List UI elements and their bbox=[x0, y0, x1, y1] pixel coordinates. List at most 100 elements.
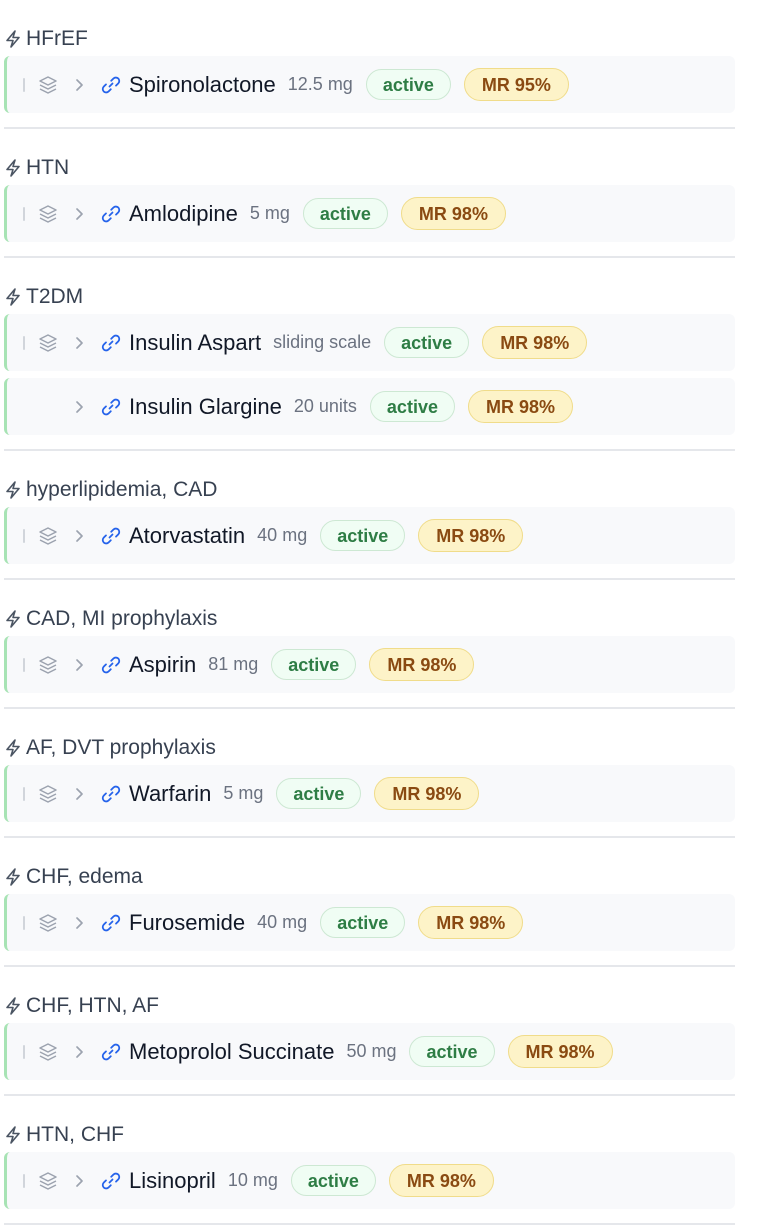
link-icon[interactable] bbox=[99, 395, 123, 419]
medication-row[interactable]: Aspirin 81 mg active MR 98% bbox=[4, 636, 735, 693]
medication-row[interactable]: Atorvastatin 40 mg active MR 98% bbox=[4, 507, 735, 564]
chevron-right-icon[interactable] bbox=[71, 914, 87, 932]
indication-label: CAD, MI prophylaxis bbox=[26, 607, 218, 630]
layers-icon[interactable] bbox=[37, 203, 59, 225]
chevron-right-icon[interactable] bbox=[71, 334, 87, 352]
bolt-icon bbox=[6, 1126, 20, 1144]
drag-handle[interactable] bbox=[23, 207, 25, 221]
drag-handle[interactable] bbox=[23, 1045, 25, 1059]
indication-label: HTN bbox=[26, 156, 70, 179]
link-icon[interactable] bbox=[99, 1040, 123, 1064]
group-header: CHF, HTN, AF bbox=[4, 994, 735, 1017]
status-badge: active bbox=[369, 391, 455, 422]
medication-dose: 5 mg bbox=[223, 783, 264, 803]
link-icon[interactable] bbox=[99, 331, 123, 355]
group-header: HFrEF bbox=[4, 27, 735, 50]
medication-name[interactable]: Lisinopril bbox=[129, 1168, 216, 1194]
medication-rows: Insulin Aspart sliding scale active MR 9… bbox=[4, 314, 735, 435]
medication-list: HFrEF Spironolactone 12.5 mg active MR 9… bbox=[0, 0, 776, 1225]
drag-handle[interactable] bbox=[23, 78, 25, 92]
medication-rows: Furosemide 40 mg active MR 98% bbox=[4, 894, 735, 951]
medication-rows: Spironolactone 12.5 mg active MR 95% bbox=[4, 56, 735, 113]
link-icon[interactable] bbox=[99, 524, 123, 548]
chevron-right-icon[interactable] bbox=[71, 1043, 87, 1061]
drag-handle[interactable] bbox=[23, 916, 25, 930]
medication-details: Spironolactone 12.5 mg active MR 95% bbox=[129, 56, 569, 113]
medication-name[interactable]: Amlodipine bbox=[129, 201, 238, 227]
medication-details: Metoprolol Succinate 50 mg active MR 98% bbox=[129, 1023, 613, 1080]
medication-name[interactable]: Spironolactone bbox=[129, 72, 276, 98]
link-icon[interactable] bbox=[99, 653, 123, 677]
drag-handle[interactable] bbox=[23, 787, 25, 801]
chevron-right-icon[interactable] bbox=[71, 76, 87, 94]
indication-group: HTN Amlodipine 5 mg active MR 98% bbox=[4, 129, 735, 258]
link-icon[interactable] bbox=[99, 73, 123, 97]
link-icon[interactable] bbox=[99, 782, 123, 806]
medication-row[interactable]: Insulin Glargine 20 units active MR 98% bbox=[4, 378, 735, 435]
medication-details: Insulin Glargine 20 units active MR 98% bbox=[129, 378, 573, 435]
chevron-right-icon[interactable] bbox=[71, 205, 87, 223]
medication-row[interactable]: Insulin Aspart sliding scale active MR 9… bbox=[4, 314, 735, 371]
drag-handle[interactable] bbox=[23, 1174, 25, 1188]
medication-name[interactable]: Metoprolol Succinate bbox=[129, 1039, 334, 1065]
medication-row[interactable]: Lisinopril 10 mg active MR 98% bbox=[4, 1152, 735, 1209]
indication-label: hyperlipidemia, CAD bbox=[26, 478, 218, 501]
layers-icon[interactable] bbox=[37, 525, 59, 547]
chevron-right-icon[interactable] bbox=[71, 398, 87, 416]
layers-icon[interactable] bbox=[37, 654, 59, 676]
medication-dose: 10 mg bbox=[227, 1170, 278, 1190]
bolt-icon bbox=[6, 997, 20, 1015]
layers-icon[interactable] bbox=[37, 783, 59, 805]
drag-handle[interactable] bbox=[23, 658, 25, 672]
medication-row[interactable]: Amlodipine 5 mg active MR 98% bbox=[4, 185, 735, 242]
bolt-icon bbox=[6, 30, 20, 48]
link-icon[interactable] bbox=[99, 911, 123, 935]
medication-details: Aspirin 81 mg active MR 98% bbox=[129, 636, 475, 693]
indication-group: AF, DVT prophylaxis Warfarin 5 mg active… bbox=[4, 709, 735, 838]
bolt-icon bbox=[6, 288, 20, 306]
medication-row[interactable]: Warfarin 5 mg active MR 98% bbox=[4, 765, 735, 822]
group-header: HTN, CHF bbox=[4, 1123, 735, 1146]
medication-name[interactable]: Aspirin bbox=[129, 652, 196, 678]
indication-group: CHF, HTN, AF Metoprolol Succinate 50 mg … bbox=[4, 967, 735, 1096]
medication-row[interactable]: Metoprolol Succinate 50 mg active MR 98% bbox=[4, 1023, 735, 1080]
indication-group: CHF, edema Furosemide 40 mg active MR 98… bbox=[4, 838, 735, 967]
medication-rows: Warfarin 5 mg active MR 98% bbox=[4, 765, 735, 822]
medication-name[interactable]: Atorvastatin bbox=[129, 523, 245, 549]
layers-icon[interactable] bbox=[37, 332, 59, 354]
medication-details: Insulin Aspart sliding scale active MR 9… bbox=[129, 314, 588, 371]
medication-dose: 12.5 mg bbox=[287, 74, 353, 94]
medication-dose: 50 mg bbox=[346, 1041, 397, 1061]
medication-row[interactable]: Spironolactone 12.5 mg active MR 95% bbox=[4, 56, 735, 113]
medication-name[interactable]: Furosemide bbox=[129, 910, 245, 936]
layers-icon[interactable] bbox=[37, 74, 59, 96]
medication-rows: Amlodipine 5 mg active MR 98% bbox=[4, 185, 735, 242]
medication-rows: Aspirin 81 mg active MR 98% bbox=[4, 636, 735, 693]
chevron-right-icon[interactable] bbox=[71, 785, 87, 803]
layers-icon[interactable] bbox=[37, 912, 59, 934]
layers-icon[interactable] bbox=[37, 1170, 59, 1192]
match-rate-badge: MR 98% bbox=[388, 1164, 494, 1197]
indication-group: HFrEF Spironolactone 12.5 mg active MR 9… bbox=[4, 0, 735, 129]
match-rate-badge: MR 98% bbox=[467, 390, 573, 423]
indication-label: HTN, CHF bbox=[26, 1123, 124, 1146]
indication-group: HTN, CHF Lisinopril 10 mg active MR 98% bbox=[4, 1096, 735, 1225]
indication-label: AF, DVT prophylaxis bbox=[26, 736, 216, 759]
medication-dose: 40 mg bbox=[257, 525, 308, 545]
link-icon[interactable] bbox=[99, 202, 123, 226]
link-icon[interactable] bbox=[99, 1169, 123, 1193]
medication-rows: Metoprolol Succinate 50 mg active MR 98% bbox=[4, 1023, 735, 1080]
medication-details: Amlodipine 5 mg active MR 98% bbox=[129, 185, 506, 242]
match-rate-badge: MR 98% bbox=[482, 326, 588, 359]
medication-name[interactable]: Insulin Aspart bbox=[129, 330, 261, 356]
medication-name[interactable]: Insulin Glargine bbox=[129, 394, 282, 420]
match-rate-badge: MR 98% bbox=[374, 777, 480, 810]
chevron-right-icon[interactable] bbox=[71, 527, 87, 545]
chevron-right-icon[interactable] bbox=[71, 656, 87, 674]
medication-name[interactable]: Warfarin bbox=[129, 781, 211, 807]
layers-icon[interactable] bbox=[37, 1041, 59, 1063]
medication-row[interactable]: Furosemide 40 mg active MR 98% bbox=[4, 894, 735, 951]
drag-handle[interactable] bbox=[23, 336, 25, 350]
chevron-right-icon[interactable] bbox=[71, 1172, 87, 1190]
drag-handle[interactable] bbox=[23, 529, 25, 543]
